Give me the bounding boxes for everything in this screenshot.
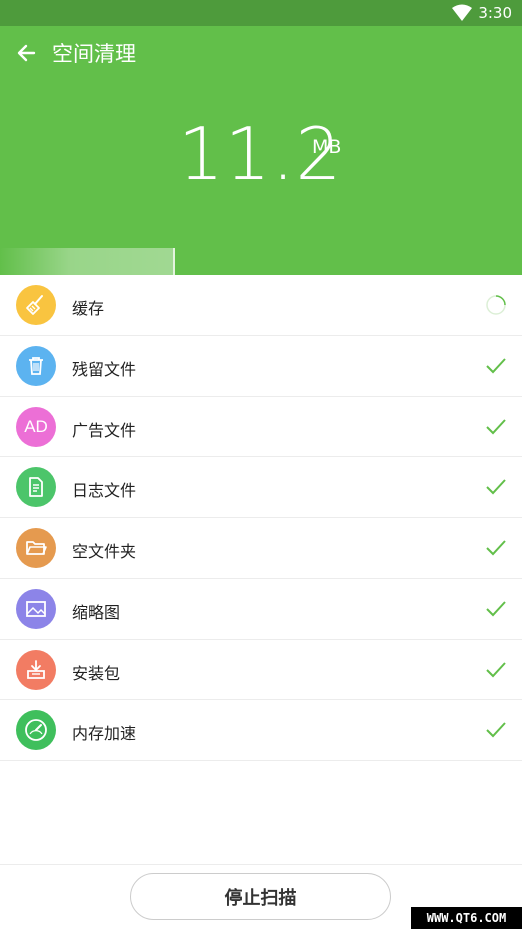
check-icon xyxy=(486,479,506,495)
item-label: 缓存 xyxy=(72,299,105,318)
list-item-log-files[interactable]: 日志文件 xyxy=(0,457,522,518)
stop-scan-button[interactable]: 停止扫描 xyxy=(130,873,391,920)
junk-size-unit: MB xyxy=(312,136,342,158)
header: 空间清理 11.2 MB xyxy=(0,26,522,275)
wifi-icon xyxy=(452,4,472,21)
footer-divider xyxy=(0,864,522,865)
status-bar: 3:30 xyxy=(0,0,522,26)
page-title: 空间清理 xyxy=(52,42,136,66)
item-label: 缩略图 xyxy=(72,602,121,622)
image-icon xyxy=(16,588,56,629)
scan-category-list: 缓存 残留文件 AD 广告文件 日志文件 空文件夹 缩略图 安装包 内存加速 xyxy=(0,275,522,761)
item-label: 安装包 xyxy=(72,663,121,683)
list-item-residual-files[interactable]: 残留文件 xyxy=(0,336,522,397)
check-icon xyxy=(486,418,506,434)
scan-progress-bar xyxy=(0,248,175,275)
trash-icon xyxy=(16,345,56,386)
ad-icon: AD xyxy=(16,406,56,447)
list-item-cache[interactable]: 缓存 xyxy=(0,275,522,336)
broom-icon xyxy=(16,285,56,325)
item-label: 广告文件 xyxy=(72,420,137,440)
scan-progress-edge xyxy=(173,248,175,275)
ad-icon-text: AD xyxy=(24,416,48,436)
list-item-empty-folders[interactable]: 空文件夹 xyxy=(0,518,522,579)
check-icon xyxy=(486,358,506,374)
speedometer-icon xyxy=(16,710,56,751)
item-label: 残留文件 xyxy=(72,359,137,379)
list-item-thumbnails[interactable]: 缩略图 xyxy=(0,579,522,640)
check-icon xyxy=(486,661,506,677)
folder-icon xyxy=(16,528,56,568)
item-label: 空文件夹 xyxy=(72,542,137,561)
package-icon xyxy=(16,649,56,690)
document-icon xyxy=(16,467,56,508)
list-item-install-packages[interactable]: 安装包 xyxy=(0,640,522,701)
item-label: 日志文件 xyxy=(72,481,137,501)
watermark: WWW.QT6.COM xyxy=(411,907,522,929)
item-label: 内存加速 xyxy=(72,724,137,744)
status-time: 3:30 xyxy=(478,4,512,22)
list-item-ad-files[interactable]: AD 广告文件 xyxy=(0,397,522,458)
check-icon xyxy=(486,601,506,617)
loading-spinner-icon xyxy=(486,295,506,315)
arrow-left-icon[interactable] xyxy=(14,40,40,66)
check-icon xyxy=(486,540,506,556)
check-icon xyxy=(486,722,506,738)
list-item-memory-boost[interactable]: 内存加速 xyxy=(0,700,522,761)
